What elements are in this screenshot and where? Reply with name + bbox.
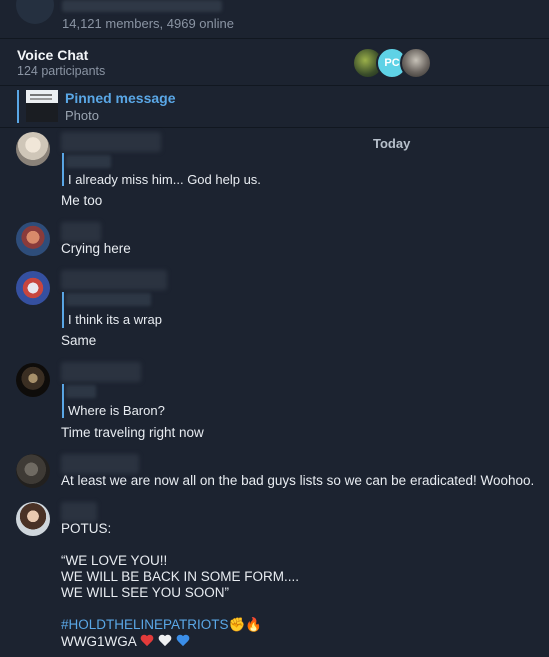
voice-chat-bar[interactable]: Voice Chat 124 participants PC bbox=[0, 39, 549, 86]
message-text: “WE LOVE YOU!! bbox=[61, 553, 168, 568]
message-text: WE WILL SEE YOU SOON” bbox=[61, 585, 230, 600]
message-text: POTUS: bbox=[61, 521, 112, 536]
sender-name-redacted bbox=[61, 132, 161, 152]
reply-sender-redacted bbox=[66, 385, 96, 398]
fist-emoji-icon: ✊ bbox=[228, 617, 246, 633]
avatar[interactable] bbox=[16, 222, 50, 256]
pinned-message-bar[interactable]: Pinned message Photo bbox=[0, 86, 549, 128]
fire-emoji-icon: 🔥 bbox=[245, 617, 263, 633]
message-text: Me too bbox=[61, 193, 103, 208]
reply-indicator bbox=[62, 384, 64, 418]
reply-text[interactable]: I think its a wrap bbox=[68, 312, 162, 327]
blue-heart-icon bbox=[176, 635, 190, 648]
voice-chat-participants: 124 participants bbox=[17, 64, 106, 78]
sign-text: WWG1WGA bbox=[61, 634, 136, 649]
sender-name-redacted bbox=[61, 502, 97, 522]
message-text: Same bbox=[61, 333, 97, 348]
chat-header[interactable]: 14,121 members, 4969 online bbox=[0, 0, 549, 39]
voice-chat-title: Voice Chat bbox=[17, 47, 89, 63]
reply-indicator bbox=[62, 292, 64, 328]
message[interactable]: Where is Baron? Time traveling right now bbox=[0, 360, 549, 446]
group-name-redacted bbox=[62, 0, 222, 12]
avatar[interactable] bbox=[16, 363, 50, 397]
pinned-thumbnail bbox=[26, 90, 58, 122]
hashtag-line: #HOLDTHELINEPATRIOTS✊🔥 bbox=[61, 617, 262, 633]
avatar[interactable] bbox=[16, 132, 50, 166]
message-text: Time traveling right now bbox=[61, 425, 204, 440]
message[interactable]: I think its a wrap Same bbox=[0, 268, 549, 354]
message-text: Crying here bbox=[61, 241, 131, 256]
pinned-subtitle: Photo bbox=[65, 108, 99, 123]
red-heart-icon bbox=[140, 635, 154, 648]
voice-chat-avatars[interactable]: PC bbox=[352, 47, 442, 79]
avatar[interactable] bbox=[16, 502, 50, 536]
pinned-indicator bbox=[17, 90, 19, 123]
reply-text[interactable]: I already miss him... God help us. bbox=[68, 172, 261, 187]
reply-sender-redacted bbox=[66, 293, 151, 306]
message-text: WE WILL BE BACK IN SOME FORM.... bbox=[61, 569, 300, 584]
participant-avatar bbox=[400, 47, 432, 79]
reply-indicator bbox=[62, 153, 64, 186]
message[interactable]: Crying here bbox=[0, 218, 549, 266]
reply-sender-redacted bbox=[66, 155, 111, 168]
members-count: 14,121 members, 4969 online bbox=[62, 16, 235, 31]
pinned-title: Pinned message bbox=[65, 90, 176, 106]
sender-name-redacted bbox=[61, 454, 139, 474]
reply-text[interactable]: Where is Baron? bbox=[68, 403, 165, 418]
group-avatar[interactable] bbox=[16, 0, 54, 24]
sender-name-redacted bbox=[61, 270, 167, 290]
sender-name-redacted bbox=[61, 362, 141, 382]
avatar[interactable] bbox=[16, 271, 50, 305]
message[interactable]: I already miss him... God help us. Me to… bbox=[0, 128, 549, 214]
sign-line: WWG1WGA bbox=[61, 634, 194, 650]
white-heart-icon bbox=[158, 635, 172, 648]
hashtag-link[interactable]: #HOLDTHELINEPATRIOTS bbox=[61, 617, 229, 632]
message[interactable]: POTUS: “WE LOVE YOU!! WE WILL BE BACK IN… bbox=[0, 500, 549, 657]
avatar[interactable] bbox=[16, 454, 50, 488]
message[interactable]: At least we are now all on the bad guys … bbox=[0, 452, 549, 496]
sender-name-redacted bbox=[61, 222, 101, 242]
message-text: At least we are now all on the bad guys … bbox=[61, 473, 535, 488]
